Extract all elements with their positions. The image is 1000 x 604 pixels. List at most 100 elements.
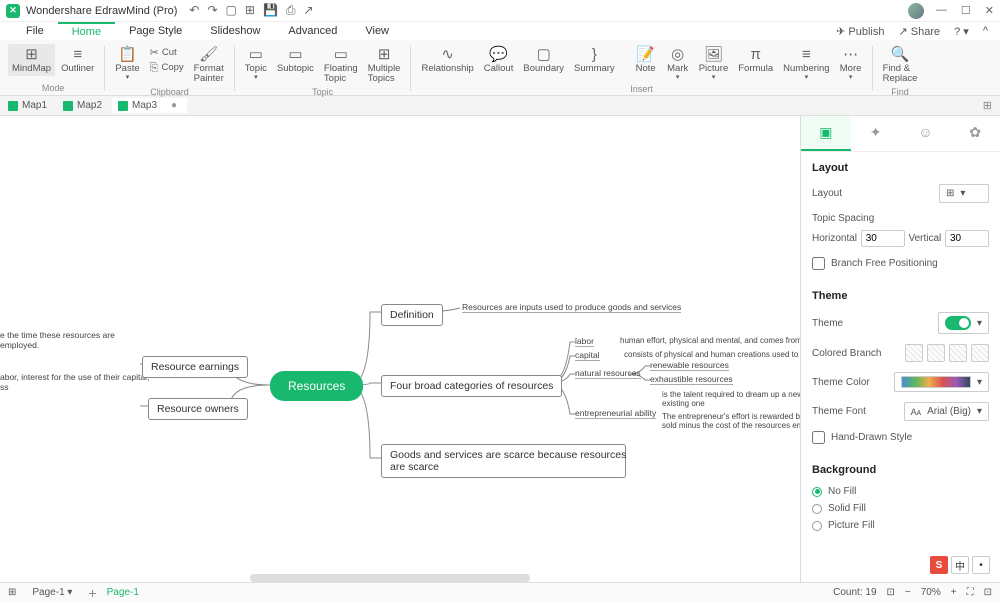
panel-toggle-icon[interactable]: ⊞ <box>977 99 998 112</box>
topic-button[interactable]: ▭Topic▾ <box>241 44 271 84</box>
page-selector[interactable]: Page-1 ▾ <box>26 586 78 599</box>
tab-map3[interactable]: Map3● <box>112 98 187 113</box>
radio-no-fill[interactable]: No Fill <box>812 486 989 497</box>
maximize-button[interactable]: ☐ <box>961 4 971 17</box>
menu-view[interactable]: View <box>351 23 403 39</box>
close-button[interactable]: ✕ <box>985 4 994 17</box>
note-definition: Resources are inputs used to produce goo… <box>462 302 681 313</box>
text-capital: consists of physical and human creations… <box>624 350 800 359</box>
panel-tab-layout[interactable]: ▣ <box>801 116 851 151</box>
tab-map2[interactable]: Map2 <box>57 98 112 113</box>
fit-icon[interactable]: ⛶ <box>967 587 974 598</box>
help-icon[interactable]: ? ▾ <box>954 25 969 38</box>
label-natres: natural resources <box>575 368 641 379</box>
publish-button[interactable]: ✈ Publish <box>836 25 884 38</box>
mindmap-mode-button[interactable]: ⊞MindMap <box>8 44 55 76</box>
label-capital: capital <box>575 350 600 361</box>
panel-tab-emoji[interactable]: ☺ <box>901 116 951 151</box>
horizontal-scrollbar[interactable] <box>250 574 530 582</box>
panel-tab-style[interactable]: ✦ <box>851 116 901 151</box>
tab-map1[interactable]: Map1 <box>2 98 57 113</box>
print-icon[interactable]: ⎙ <box>286 3 296 18</box>
radio-picture-fill[interactable]: Picture Fill <box>812 520 989 531</box>
menu-home[interactable]: Home <box>58 22 115 40</box>
numbering-button[interactable]: ≡Numbering▾ <box>779 44 833 84</box>
count-label: Count: 19 <box>833 587 876 598</box>
cut-button[interactable]: ✂Cut <box>146 46 188 60</box>
summary-button[interactable]: }Summary <box>570 44 619 76</box>
menu-pagestyle[interactable]: Page Style <box>115 23 196 39</box>
note-left-2: abor, interest for the use of their capi… <box>0 372 130 392</box>
share-button[interactable]: ↗ Share <box>898 25 940 38</box>
add-page-button[interactable]: + <box>88 585 96 601</box>
picture-button[interactable]: 🖼Picture▾ <box>695 44 733 84</box>
menu-advanced[interactable]: Advanced <box>274 23 351 39</box>
minimize-button[interactable]: — <box>936 4 947 17</box>
node-resource-earnings[interactable]: Resource earnings <box>142 356 248 378</box>
text-ent2: The entrepreneur's effort is rewarded by… <box>662 412 800 430</box>
vertical-spacing-input[interactable] <box>945 230 989 247</box>
text-ent1: is the talent required to dream up a new… <box>662 390 800 408</box>
zoom-out-button[interactable]: − <box>905 587 911 598</box>
nav-icon[interactable]: ⊡ <box>887 587 895 598</box>
theme-dropdown[interactable]: ▾ <box>938 312 989 334</box>
boundary-button[interactable]: ▢Boundary <box>519 44 568 76</box>
node-definition[interactable]: Definition <box>381 304 443 326</box>
text-labor: human effort, physical and mental, and c… <box>620 336 800 345</box>
panel-tab-clipart[interactable]: ✿ <box>950 116 1000 151</box>
open-icon[interactable]: ⊞ <box>245 3 255 18</box>
collapse-ribbon-icon[interactable]: ^ <box>983 25 988 37</box>
node-resource-owners[interactable]: Resource owners <box>148 398 248 420</box>
layout-dropdown[interactable]: ⊞▾ <box>939 184 989 203</box>
note-button[interactable]: 📝Note <box>631 44 661 76</box>
fullscreen-icon[interactable]: ⊡ <box>984 587 992 598</box>
label-exhaustible: exhaustible resources <box>650 374 733 385</box>
find-replace-button[interactable]: 🔍Find & Replace <box>879 44 922 87</box>
zoom-level: 70% <box>921 587 941 598</box>
theme-color-dropdown[interactable]: ▾ <box>894 372 989 392</box>
node-scarce[interactable]: Goods and services are scarce because re… <box>381 444 626 478</box>
relationship-button[interactable]: ∿Relationship <box>417 44 477 76</box>
undo-icon[interactable]: ↶ <box>189 3 199 18</box>
heading-layout: Layout <box>812 162 989 174</box>
theme-font-dropdown[interactable]: AᴀArial (Big)▾ <box>904 402 989 421</box>
menu-slideshow[interactable]: Slideshow <box>196 23 274 39</box>
user-avatar[interactable] <box>908 3 924 19</box>
ime-punct-icon[interactable]: • <box>972 556 990 574</box>
new-icon[interactable]: ▢ <box>226 3 237 18</box>
horizontal-spacing-input[interactable] <box>861 230 905 247</box>
node-center[interactable]: Resources <box>270 371 363 401</box>
app-title: Wondershare EdrawMind (Pro) <box>26 5 177 17</box>
outliner-mode-button[interactable]: ≡Outliner <box>57 44 98 76</box>
subtopic-button[interactable]: ▭Subtopic <box>273 44 318 76</box>
save-icon[interactable]: 💾 <box>263 3 278 18</box>
copy-button[interactable]: ⎘Copy <box>146 61 188 75</box>
multiple-topics-button[interactable]: ⊞Multiple Topics <box>364 44 405 87</box>
more-button[interactable]: ⋯More▾ <box>836 44 866 84</box>
ime-icon[interactable]: S <box>930 556 948 574</box>
export-icon[interactable]: ↗ <box>304 3 314 18</box>
app-logo: ✕ <box>6 4 20 18</box>
label-renewable: renewable resources <box>650 360 729 371</box>
floating-topic-button[interactable]: ▭Floating Topic <box>320 44 362 87</box>
pages-icon[interactable]: ⊞ <box>8 587 16 598</box>
label-entrepreneurial: entrepreneurial ability <box>575 408 656 419</box>
node-four-categories[interactable]: Four broad categories of resources <box>381 375 562 397</box>
heading-background: Background <box>812 464 989 476</box>
redo-icon[interactable]: ↷ <box>207 3 217 18</box>
zoom-in-button[interactable]: + <box>951 587 957 598</box>
callout-button[interactable]: 💬Callout <box>480 44 518 76</box>
formula-button[interactable]: πFormula <box>734 44 777 76</box>
branch-free-checkbox[interactable]: Branch Free Positioning <box>812 257 989 270</box>
radio-solid-fill[interactable]: Solid Fill <box>812 503 989 514</box>
colored-branch-swatches[interactable] <box>905 344 989 362</box>
label-labor: labor <box>575 336 594 347</box>
ime-lang-icon[interactable]: 中 <box>951 556 969 574</box>
format-painter-button[interactable]: 🖌Format Painter <box>190 44 228 87</box>
canvas[interactable]: e the time these resources are employed.… <box>0 116 800 582</box>
mark-button[interactable]: ◎Mark▾ <box>663 44 693 84</box>
menu-file[interactable]: File <box>12 23 58 39</box>
heading-theme: Theme <box>812 290 989 302</box>
hand-drawn-checkbox[interactable]: Hand-Drawn Style <box>812 431 989 444</box>
paste-button[interactable]: 📋Paste▾ <box>111 44 143 84</box>
